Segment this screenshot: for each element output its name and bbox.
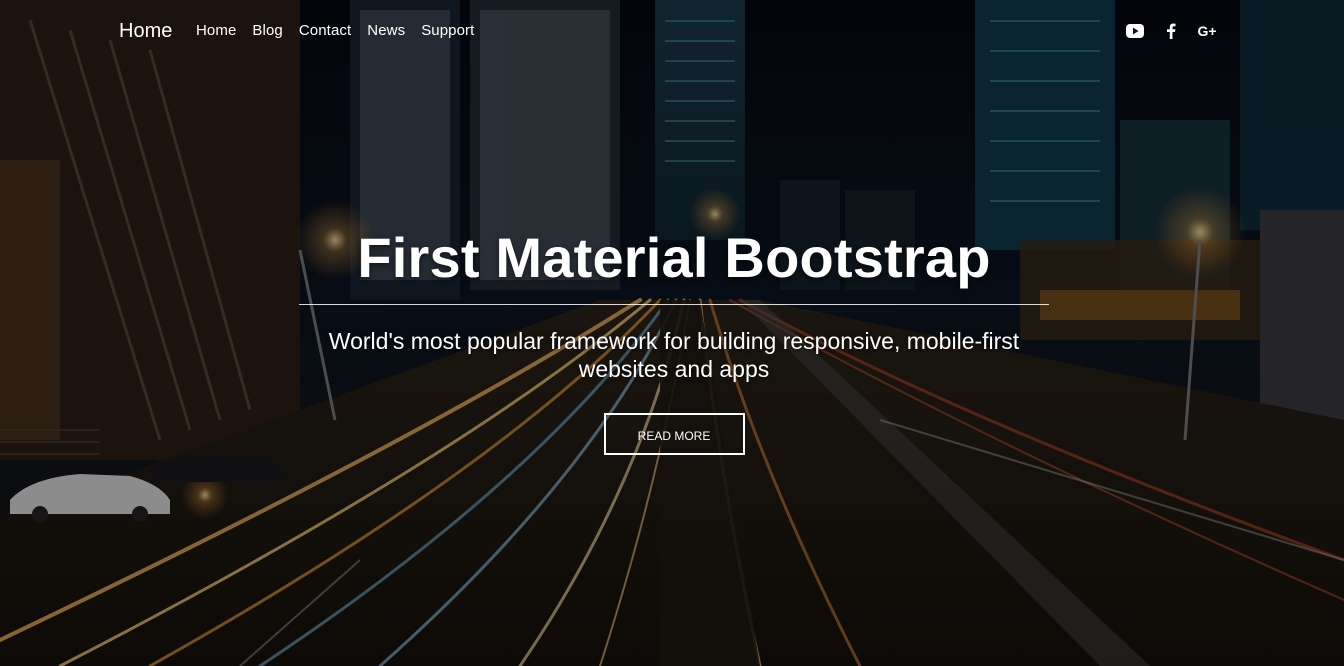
nav-menu: Home Blog Contact News Support — [196, 22, 474, 39]
title-divider — [299, 304, 1049, 305]
google-plus-icon[interactable]: G+ — [1197, 22, 1216, 40]
hero-section: Home Home Blog Contact News Support G+ F… — [0, 0, 1344, 666]
top-navbar: Home Home Blog Contact News Support G+ — [0, 0, 1344, 64]
nav-link-home[interactable]: Home — [196, 22, 236, 39]
hero-content: First Material Bootstrap World's most po… — [299, 222, 1049, 455]
nav-link-news[interactable]: News — [367, 22, 405, 39]
brand-link[interactable]: Home — [119, 20, 172, 43]
nav-link-support[interactable]: Support — [421, 22, 474, 39]
hero-title: First Material Bootstrap — [357, 226, 991, 289]
social-links: G+ — [1126, 22, 1217, 40]
nav-link-blog[interactable]: Blog — [252, 22, 282, 39]
read-more-button[interactable]: READ MORE — [603, 413, 745, 455]
nav-link-contact[interactable]: Contact — [299, 22, 351, 39]
hero-subtitle: World's most popular framework for build… — [328, 328, 1020, 382]
youtube-icon[interactable] — [1126, 22, 1144, 40]
facebook-icon[interactable] — [1162, 22, 1180, 40]
